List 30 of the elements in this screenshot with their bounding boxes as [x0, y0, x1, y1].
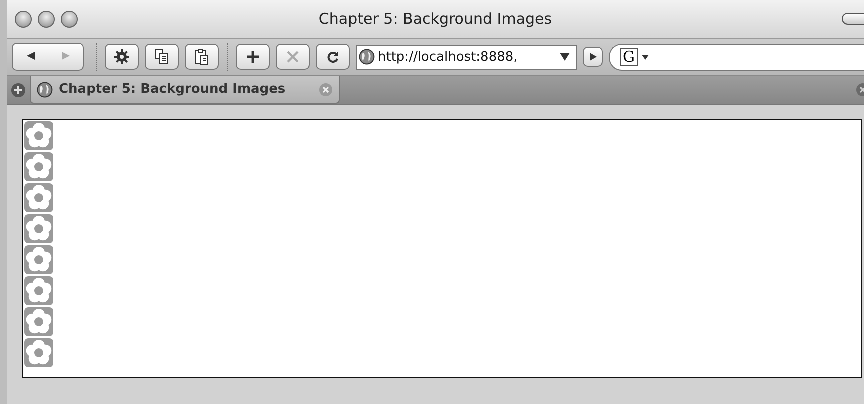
reload-icon: [327, 51, 339, 63]
toolbar-toggle-button[interactable]: [842, 13, 864, 25]
globe-icon: [37, 82, 53, 98]
back-icon: [26, 51, 36, 61]
clipboard-icon: [195, 48, 209, 66]
gear-icon: [114, 49, 130, 65]
add-button[interactable]: [236, 44, 270, 70]
copy-button[interactable]: [145, 44, 179, 70]
caret-icon[interactable]: [642, 54, 649, 60]
search-engine-logo[interactable]: G: [620, 48, 638, 66]
forward-icon: [60, 51, 70, 61]
paste-button[interactable]: [185, 44, 219, 70]
search-field[interactable]: G: [609, 44, 864, 70]
go-button[interactable]: [583, 47, 603, 67]
close-icon: [287, 51, 299, 63]
reload-button[interactable]: [316, 44, 350, 70]
play-icon: [589, 53, 597, 61]
copy-icon: [155, 49, 169, 65]
close-window-button[interactable]: [15, 10, 32, 28]
window-title: Chapter 5: Background Images: [318, 10, 552, 28]
dropdown-caret-icon[interactable]: [560, 53, 570, 61]
plus-icon: [246, 50, 260, 64]
zoom-button[interactable]: [61, 10, 78, 28]
address-text: http://localhost:8888,: [378, 50, 519, 64]
minimize-button[interactable]: [38, 10, 55, 28]
new-tab-icon[interactable]: [11, 82, 26, 98]
address-field[interactable]: http://localhost:8888,: [356, 44, 577, 70]
globe-icon: [359, 49, 375, 65]
tab[interactable]: Chapter 5: Background Images: [30, 76, 340, 104]
settings-button[interactable]: [105, 44, 139, 70]
